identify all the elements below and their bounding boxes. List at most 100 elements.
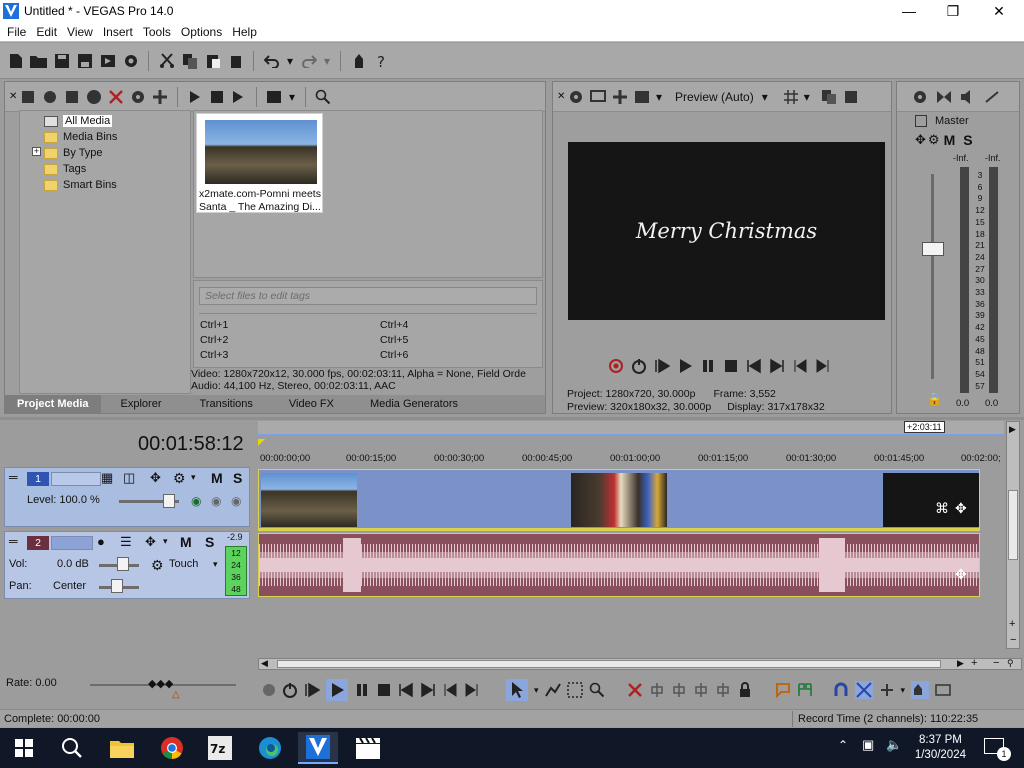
media-clip-card[interactable]: x2mate.com-Pomni meets Santa _ The Amazi… bbox=[196, 113, 323, 213]
tab-transitions[interactable]: Transitions bbox=[182, 395, 271, 413]
audio-event-fx-icon[interactable]: ✥ bbox=[955, 566, 967, 583]
stop-icon[interactable] bbox=[376, 682, 392, 698]
downmix-icon[interactable] bbox=[935, 88, 953, 106]
tree-item-all-media[interactable]: All Media bbox=[44, 113, 117, 129]
open-folder-icon[interactable] bbox=[29, 51, 48, 70]
search-icon[interactable] bbox=[52, 732, 92, 764]
expand-toggle-icon[interactable]: + bbox=[32, 147, 41, 156]
trim-start-icon[interactable] bbox=[649, 682, 665, 698]
lock-icon[interactable] bbox=[737, 682, 753, 698]
preview-fx-icon[interactable] bbox=[633, 88, 651, 106]
marker-icon[interactable]: ▶ bbox=[1009, 424, 1016, 435]
level-slider-knob[interactable] bbox=[163, 494, 175, 508]
network-icon[interactable]: ▣ bbox=[862, 737, 874, 753]
go-to-end-icon[interactable] bbox=[769, 358, 785, 374]
save-icon[interactable] bbox=[52, 51, 71, 70]
copy-icon[interactable] bbox=[180, 51, 199, 70]
trim-icon[interactable] bbox=[715, 682, 731, 698]
loop-icon[interactable] bbox=[631, 358, 647, 374]
tab-media-generators[interactable]: Media Generators bbox=[352, 395, 476, 413]
insert-marker-icon[interactable] bbox=[775, 682, 791, 698]
delete-event-icon[interactable] bbox=[627, 682, 643, 698]
master-solo-button[interactable]: S bbox=[963, 132, 972, 148]
tag-shortcut[interactable]: Ctrl+1 bbox=[200, 319, 228, 331]
track1-mute-button[interactable]: M bbox=[211, 470, 223, 486]
edge-icon[interactable] bbox=[250, 732, 290, 764]
tag-shortcut[interactable]: Ctrl+3 bbox=[200, 349, 228, 361]
remove-media-icon[interactable] bbox=[107, 88, 125, 106]
track1-solo-button[interactable]: S bbox=[233, 470, 242, 486]
horizontal-scroll-thumb[interactable] bbox=[277, 660, 941, 668]
compositing-gear-icon[interactable]: ⚙ bbox=[173, 470, 186, 487]
capture-video-icon[interactable] bbox=[41, 88, 59, 106]
make-compositing-child-icon[interactable]: ◉ bbox=[211, 494, 221, 508]
record-icon[interactable] bbox=[608, 358, 624, 374]
next-frame-icon[interactable] bbox=[815, 358, 831, 374]
chrome-icon[interactable] bbox=[152, 732, 192, 764]
file-explorer-icon[interactable] bbox=[102, 732, 142, 764]
vertical-scrollbar[interactable]: ▶ + − bbox=[1006, 421, 1020, 649]
rate-slider-knob[interactable]: ◆◆◆ bbox=[148, 677, 173, 690]
speaker-icon[interactable] bbox=[959, 88, 977, 106]
audio-event[interactable]: ✥ bbox=[258, 533, 980, 597]
preview-properties-icon[interactable] bbox=[567, 88, 585, 106]
record-icon[interactable] bbox=[262, 683, 276, 697]
notification-icon[interactable]: 1 bbox=[984, 738, 1011, 761]
views-icon[interactable] bbox=[265, 88, 283, 106]
menu-edit[interactable]: Edit bbox=[31, 22, 62, 42]
tree-item-media-bins[interactable]: Media Bins bbox=[44, 129, 117, 145]
zoom-in-time-icon[interactable]: + bbox=[971, 657, 977, 669]
menu-tools[interactable]: Tools bbox=[138, 22, 176, 42]
compositing-mode-icon[interactable]: ✥ bbox=[150, 470, 161, 486]
properties-icon[interactable] bbox=[121, 51, 140, 70]
pause-icon[interactable] bbox=[354, 682, 370, 698]
zoom-tool-icon[interactable]: ⚲ bbox=[1007, 658, 1014, 669]
track2-mute-button[interactable]: M bbox=[180, 534, 192, 550]
tag-shortcut[interactable]: Ctrl+6 bbox=[380, 349, 408, 361]
parent-icon[interactable]: ◉ bbox=[231, 494, 241, 508]
pan-slider-knob[interactable] bbox=[111, 579, 123, 593]
automation-icon[interactable]: ✥ bbox=[145, 534, 156, 550]
new-file-icon[interactable] bbox=[6, 51, 25, 70]
menu-view[interactable]: View bbox=[62, 22, 98, 42]
quality-dropdown-icon[interactable]: ▾ bbox=[762, 90, 768, 104]
web-icon[interactable] bbox=[85, 88, 103, 106]
split-screen-icon[interactable] bbox=[611, 88, 629, 106]
play-from-start-icon[interactable] bbox=[654, 358, 670, 374]
automation-mode[interactable]: Touch bbox=[169, 558, 198, 570]
play-icon[interactable] bbox=[677, 358, 693, 374]
tag-shortcut[interactable]: Ctrl+2 bbox=[200, 334, 228, 346]
video-track-header[interactable]: ═ 1 ▦ ◫ ✥ ⚙ ▾ M S Level: 100.0 % ◉ ◉ ◉ bbox=[4, 467, 250, 527]
collapse-track-icon[interactable]: ═ bbox=[9, 470, 18, 484]
copy-snapshot-icon[interactable] bbox=[820, 88, 838, 106]
track-name-field[interactable] bbox=[51, 472, 101, 486]
auto-crossfade-icon[interactable] bbox=[854, 681, 873, 699]
tag-shortcut[interactable]: Ctrl+5 bbox=[380, 334, 408, 346]
go-to-end-icon[interactable] bbox=[420, 682, 436, 698]
master-fader-knob[interactable] bbox=[922, 242, 944, 256]
help-icon[interactable]: ? bbox=[372, 51, 391, 70]
composite-child-icon[interactable]: ◉ bbox=[191, 494, 201, 508]
previous-frame-icon[interactable] bbox=[442, 682, 458, 698]
menu-options[interactable]: Options bbox=[176, 22, 227, 42]
overlays-dropdown-icon[interactable]: ▾ bbox=[804, 90, 810, 104]
extract-audio-icon[interactable] bbox=[63, 88, 81, 106]
collapse-track-icon[interactable]: ═ bbox=[9, 534, 18, 548]
auto-preview-icon[interactable] bbox=[230, 88, 248, 106]
normal-edit-tool-icon[interactable] bbox=[506, 679, 528, 701]
save-snapshot-icon[interactable] bbox=[842, 88, 860, 106]
selection-tool-icon[interactable] bbox=[566, 682, 583, 698]
undo-icon[interactable] bbox=[262, 51, 281, 70]
search-icon[interactable] bbox=[314, 88, 332, 106]
undo-dropdown-icon[interactable]: ▾ bbox=[285, 51, 295, 70]
ripple-edit-icon[interactable] bbox=[879, 682, 895, 698]
video-event[interactable]: ⌘ ✥ bbox=[258, 469, 980, 529]
fx-dropdown-icon[interactable]: ▾ bbox=[655, 88, 663, 106]
touch-dropdown-icon[interactable]: ▾ bbox=[213, 559, 218, 570]
tree-item-by-type[interactable]: By Type bbox=[44, 145, 117, 161]
stop-icon[interactable] bbox=[723, 358, 739, 374]
tag-shortcut[interactable]: Ctrl+4 bbox=[380, 319, 408, 331]
menu-insert[interactable]: Insert bbox=[98, 22, 138, 42]
tree-item-smart-bins[interactable]: Smart Bins bbox=[44, 177, 117, 193]
ripple-dropdown-icon[interactable]: ▾ bbox=[901, 685, 906, 696]
